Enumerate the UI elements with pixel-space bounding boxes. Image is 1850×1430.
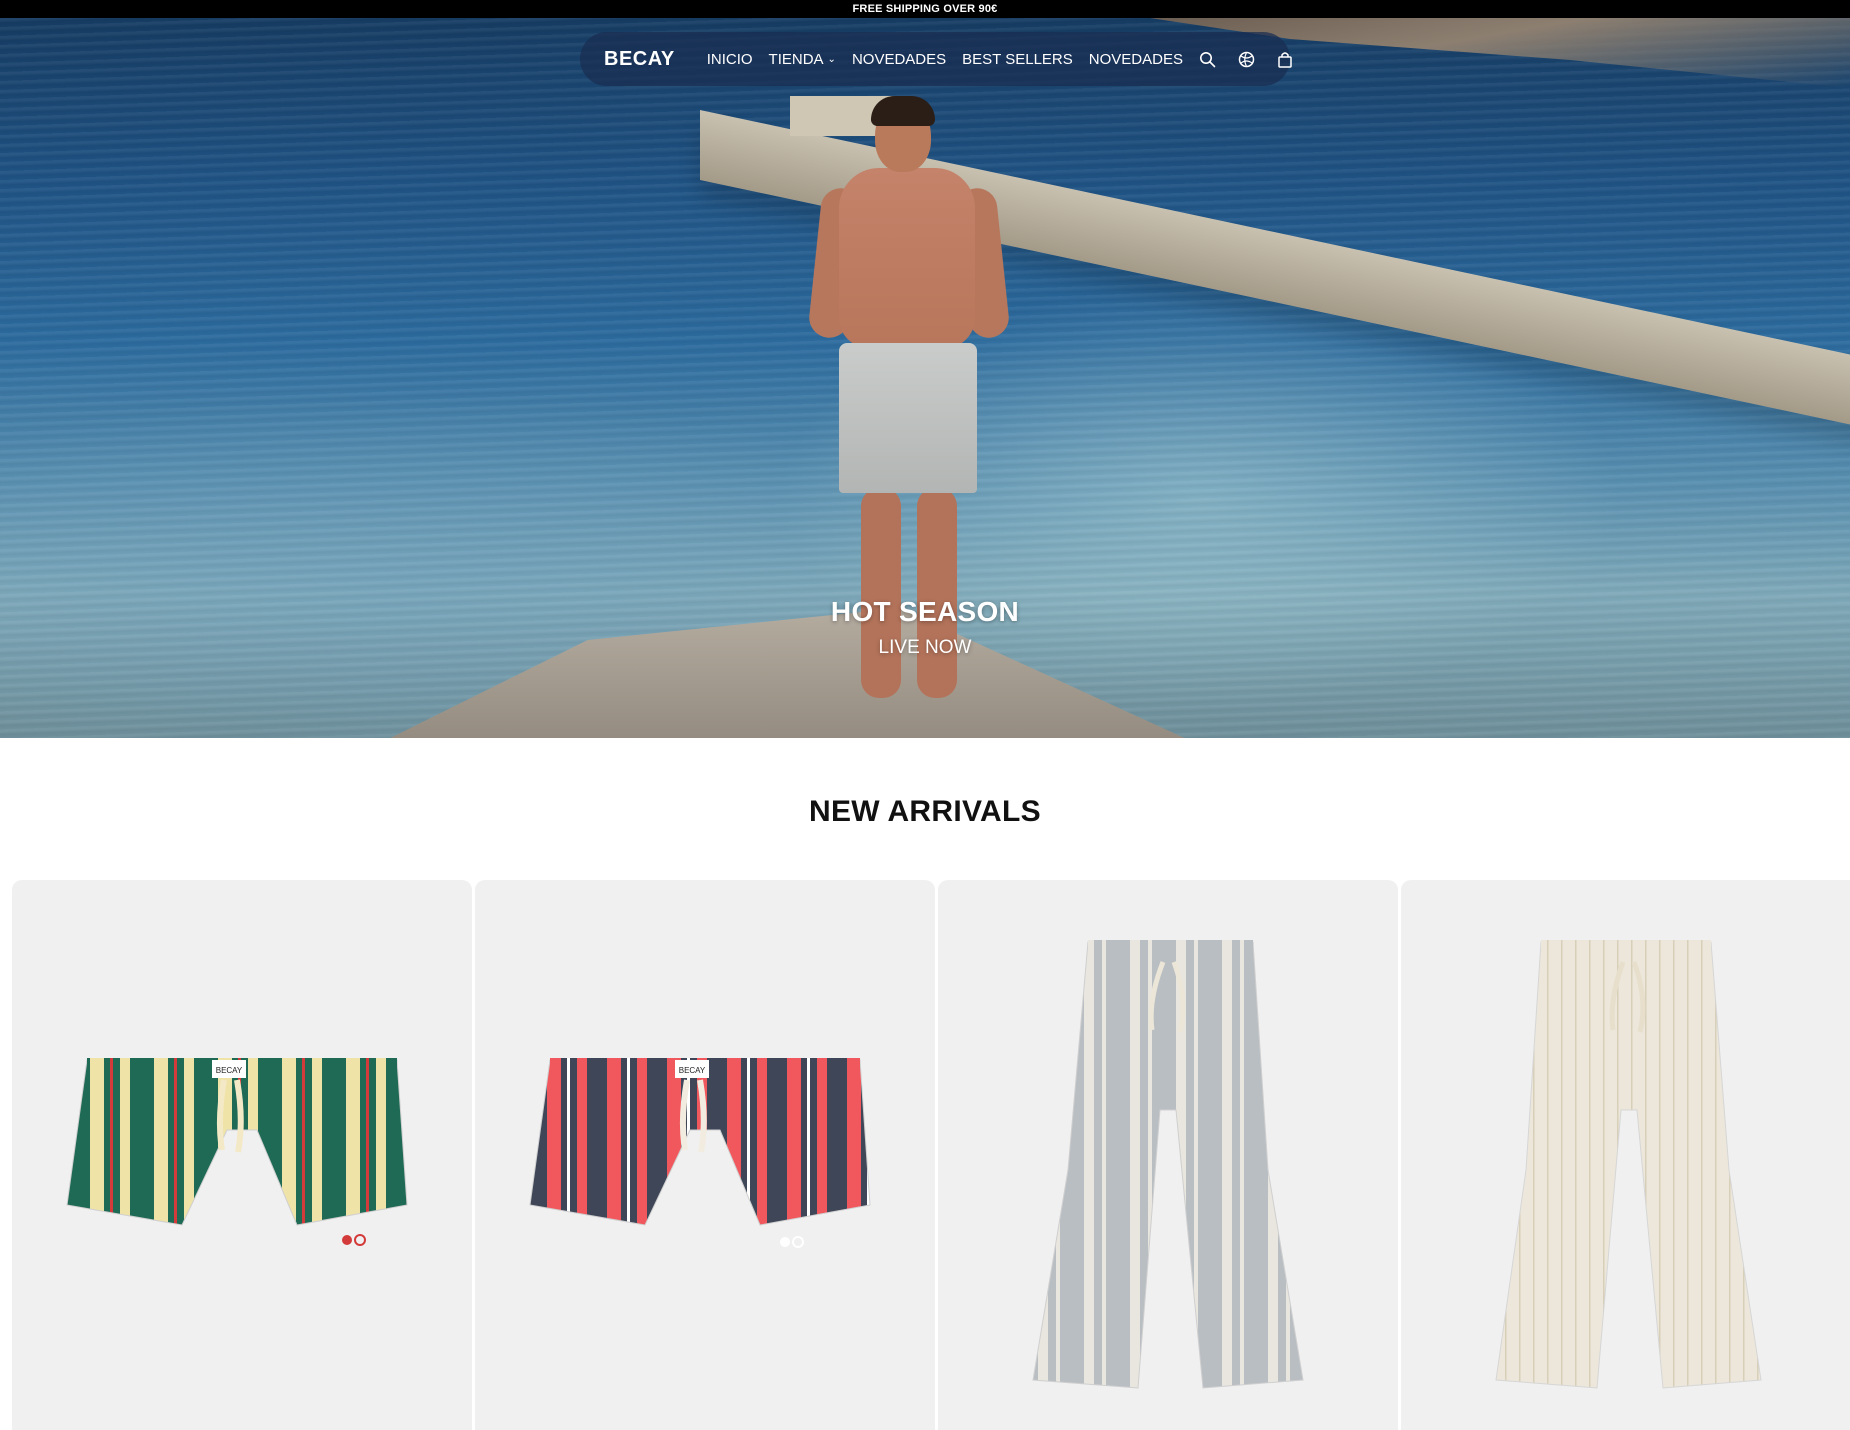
- product-image-swim-shorts-navy: BECAY: [529, 1058, 871, 1248]
- hero-title: HOT SEASON: [830, 596, 1020, 627]
- nav-item-label: NOVEDADES: [1088, 50, 1183, 68]
- announcement-bar: FREE SHIPPING OVER 90€: [0, 0, 1850, 18]
- nav-item-novedades-2[interactable]: NOVEDADES: [1089, 51, 1183, 68]
- product-card[interactable]: [938, 880, 1398, 1430]
- product-image-trousers-grey: [1032, 940, 1304, 1389]
- hero-banner[interactable]: [0, 18, 1850, 738]
- product-image-trousers-cream: [1495, 940, 1762, 1389]
- product-card[interactable]: [1401, 880, 1850, 1430]
- product-card[interactable]: BECAY: [12, 880, 472, 1430]
- svg-text:BECAY: BECAY: [679, 1066, 706, 1075]
- nav-item-inicio[interactable]: INICIO: [707, 51, 753, 68]
- hero-model: [805, 88, 1015, 728]
- nav-item-label: NOVEDADES: [851, 50, 947, 68]
- nav-item-tienda[interactable]: TIENDA ⌄: [769, 51, 836, 68]
- chevron-down-icon: ⌄: [827, 53, 836, 65]
- nav-item-novedades[interactable]: NOVEDADES: [852, 51, 946, 68]
- svg-text:BECAY: BECAY: [216, 1066, 243, 1075]
- bag-icon[interactable]: [1277, 51, 1293, 68]
- new-arrivals-title: NEW ARRIVALS: [809, 795, 1041, 828]
- nav-item-label: INICIO: [706, 50, 753, 68]
- search-icon[interactable]: [1199, 51, 1216, 68]
- nav-icon-group: [1199, 51, 1293, 68]
- main-navigation: BECAY INICIO TIENDA ⌄ NOVEDADES BEST SELL…: [580, 32, 1293, 86]
- product-image-swim-shorts-green: BECAY: [66, 1058, 408, 1246]
- hero-subtitle[interactable]: LIVE NOW: [0, 637, 1850, 659]
- globe-icon[interactable]: [1238, 51, 1255, 68]
- nav-item-label: TIENDA: [768, 50, 824, 68]
- nav-item-label: BEST SELLERS: [962, 50, 1073, 68]
- product-card[interactable]: BECAY: [475, 880, 935, 1430]
- nav-item-best-sellers[interactable]: BEST SELLERS: [962, 51, 1073, 68]
- brand-logo[interactable]: BECAY: [604, 48, 675, 71]
- announcement-text: FREE SHIPPING OVER 90€: [852, 3, 998, 15]
